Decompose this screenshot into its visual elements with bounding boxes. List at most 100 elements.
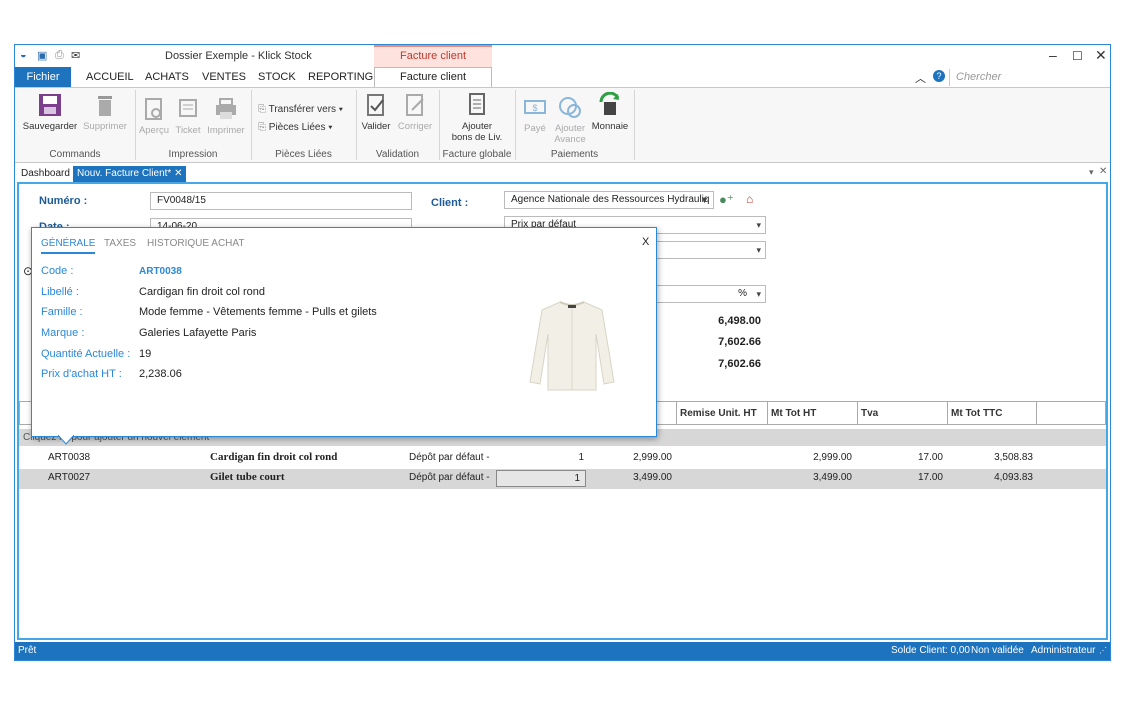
row-qty[interactable]: 1 bbox=[499, 452, 584, 463]
svg-text:$: $ bbox=[532, 103, 537, 113]
column-separator bbox=[767, 402, 768, 424]
add-delivery-label-2: bons de Liv. bbox=[451, 132, 503, 143]
menu-fichier[interactable]: Fichier bbox=[15, 67, 71, 87]
group-separator bbox=[634, 90, 635, 160]
save-button[interactable]: Sauvegarder bbox=[20, 92, 80, 132]
row-unit-price: 2,999.00 bbox=[633, 452, 672, 463]
ticket-button[interactable]: Ticket bbox=[171, 96, 205, 136]
add-delivery-notes-button[interactable]: Ajouter bons de Liv. bbox=[445, 92, 509, 143]
article-popup: GÉNÉRALE TAXES HISTORIQUE ACHAT X Code :… bbox=[31, 227, 657, 437]
close-doc-icon[interactable]: ✕ bbox=[1099, 166, 1107, 177]
quantite-label: Quantité Actuelle : bbox=[41, 348, 131, 360]
transfer-icon: ⎘ bbox=[258, 104, 269, 115]
paid-button[interactable]: $ Payé bbox=[520, 94, 550, 134]
ticket-label: Ticket bbox=[175, 125, 201, 136]
row-tva: 17.00 bbox=[917, 452, 943, 463]
group-label-impression: Impression bbox=[168, 149, 218, 160]
ticket-icon bbox=[179, 99, 197, 117]
row-unit-price: 3,499.00 bbox=[633, 472, 672, 483]
paid-label: Payé bbox=[524, 123, 546, 134]
menu-facture-client[interactable]: Facture client bbox=[374, 67, 492, 88]
correct-label: Corriger bbox=[397, 121, 433, 132]
row-code: ART0027 bbox=[48, 472, 91, 483]
table-row[interactable]: ART0038 Cardigan fin droit col rond Dépô… bbox=[19, 449, 1106, 469]
client-location-icon[interactable]: ⌂ bbox=[746, 192, 753, 206]
print-button[interactable]: Imprimer bbox=[204, 96, 248, 136]
group-label-facture-globale: Facture globale bbox=[442, 149, 512, 160]
column-header-remise[interactable]: Remise Unit. HT bbox=[680, 408, 757, 419]
row-mt-tot-ht: 3,499.00 bbox=[813, 472, 852, 483]
money-label: Monnaie bbox=[591, 121, 629, 132]
menu-reporting[interactable]: REPORTING bbox=[308, 71, 373, 83]
save-quick-icon[interactable]: ▣ bbox=[37, 49, 47, 62]
search-input[interactable]: Chercher bbox=[949, 69, 1109, 86]
client-select[interactable]: Agence Nationale des Ressources Hydrauli… bbox=[504, 191, 714, 209]
popup-tab-generale[interactable]: GÉNÉRALE bbox=[41, 238, 96, 254]
popup-close-button[interactable]: X bbox=[642, 236, 649, 248]
prix-achat-value: 2,238.06 bbox=[139, 368, 182, 380]
column-header-tva[interactable]: Tva bbox=[861, 408, 878, 419]
collapse-ribbon-icon[interactable]: ︿ bbox=[915, 70, 926, 86]
row-qty-input[interactable]: 1 bbox=[496, 470, 586, 487]
menu-stock[interactable]: STOCK bbox=[258, 71, 296, 83]
add-client-icon[interactable]: ●⁺ bbox=[719, 192, 734, 208]
delete-button[interactable]: Supprimer bbox=[77, 92, 133, 132]
close-tab-icon[interactable]: ✕ bbox=[174, 168, 182, 179]
help-icon[interactable]: ? bbox=[933, 70, 945, 82]
row-depot[interactable]: Dépôt par défaut - bbox=[409, 452, 490, 463]
famille-value: Mode femme - Vêtements femme - Pulls et … bbox=[139, 306, 377, 318]
trash-icon bbox=[98, 96, 112, 116]
total-ttc: 7,602.66 bbox=[718, 336, 761, 348]
tab-menu-icon[interactable]: ▾ bbox=[1089, 167, 1094, 178]
printer-icon bbox=[216, 98, 236, 119]
maximize-button[interactable]: ☐ bbox=[1072, 49, 1083, 63]
marque-label: Marque : bbox=[41, 327, 85, 339]
add-delivery-label-1: Ajouter bbox=[461, 121, 493, 132]
famille-label: Famille : bbox=[41, 306, 83, 318]
group-label-commands: Commands bbox=[49, 149, 101, 160]
add-advance-button[interactable]: Ajouter Avance bbox=[552, 94, 588, 145]
client-value: Agence Nationale des Ressources Hydrauli… bbox=[511, 194, 710, 205]
add-advance-label-2: Avance bbox=[554, 134, 586, 145]
discount-type-select[interactable]: % ▾ bbox=[648, 285, 766, 303]
quantite-value: 19 bbox=[139, 348, 152, 360]
column-separator bbox=[947, 402, 948, 424]
status-ready: Prêt bbox=[18, 645, 37, 656]
row-mt-tot-ttc: 3,508.83 bbox=[994, 452, 1033, 463]
money-button[interactable]: Monnaie bbox=[589, 92, 631, 132]
window-title: Dossier Exemple - Klick Stock bbox=[165, 50, 312, 62]
money-refresh-icon bbox=[599, 92, 620, 115]
row-depot[interactable]: Dépôt par défaut - bbox=[409, 472, 490, 483]
column-header-mt-tot-ttc[interactable]: Mt Tot TTC bbox=[951, 408, 1002, 419]
preview-button[interactable]: Aperçu bbox=[137, 96, 171, 136]
preview-label: Aperçu bbox=[138, 125, 170, 136]
chevron-down-icon: ▾ bbox=[756, 289, 761, 299]
minimize-button[interactable]: – bbox=[1049, 47, 1057, 63]
close-window-button[interactable]: ✕ bbox=[1095, 47, 1107, 64]
resize-grip-icon[interactable]: ⋰ bbox=[1099, 642, 1107, 660]
column-separator bbox=[1036, 402, 1037, 424]
cash-icon: $ bbox=[524, 100, 546, 114]
code-value[interactable]: ART0038 bbox=[139, 266, 182, 277]
chevron-down-icon: ▾ bbox=[756, 220, 761, 230]
app-icon: ◒ bbox=[20, 49, 27, 61]
print-quick-icon[interactable]: ⎙ bbox=[55, 49, 64, 62]
table-row[interactable]: ART0027 Gilet tube court Dépôt par défau… bbox=[19, 469, 1106, 489]
popup-tab-historique[interactable]: HISTORIQUE ACHAT bbox=[147, 238, 244, 249]
validate-button[interactable]: Valider bbox=[358, 92, 394, 132]
column-header-mt-tot-ht[interactable]: Mt Tot HT bbox=[771, 408, 816, 419]
chevron-down-icon: ▾ bbox=[756, 245, 761, 255]
numero-field[interactable]: FV0048/15 bbox=[150, 192, 412, 210]
edit-icon bbox=[406, 94, 424, 116]
tab-dashboard[interactable]: Dashboard bbox=[17, 166, 74, 182]
mail-quick-icon[interactable]: ✉ bbox=[71, 49, 80, 62]
menu-ventes[interactable]: VENTES bbox=[202, 71, 246, 83]
popup-tab-taxes[interactable]: TAXES bbox=[104, 238, 136, 249]
transfer-button[interactable]: ⎘ Transférer vers ▾ bbox=[258, 104, 343, 115]
menu-achats[interactable]: ACHATS bbox=[145, 71, 189, 83]
linked-pieces-button[interactable]: ⎘ Pièces Liées ▾ bbox=[258, 122, 332, 133]
menu-accueil[interactable]: ACCUEIL bbox=[86, 71, 134, 83]
tab-nouv-facture-client[interactable]: Nouv. Facture Client* ✕ bbox=[73, 166, 187, 182]
numero-label: Numéro : bbox=[39, 195, 88, 207]
correct-button[interactable]: Corriger bbox=[395, 92, 435, 132]
